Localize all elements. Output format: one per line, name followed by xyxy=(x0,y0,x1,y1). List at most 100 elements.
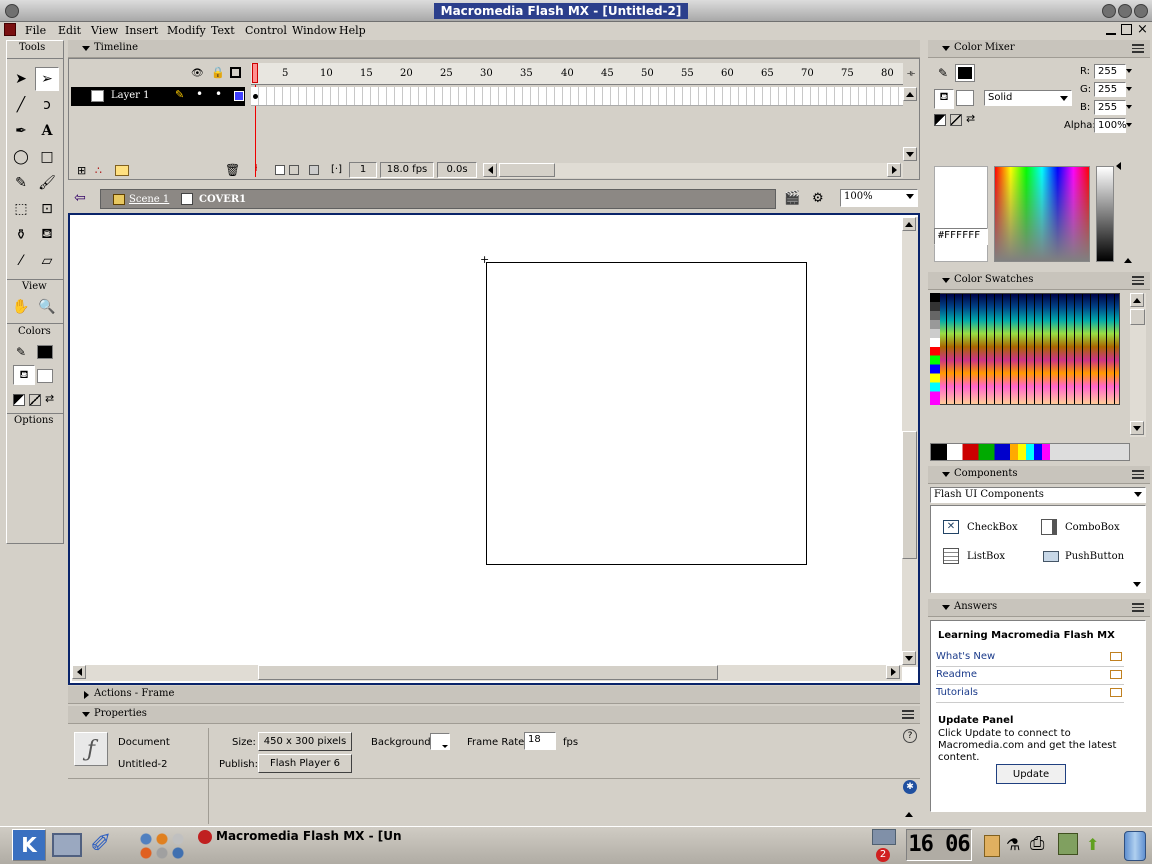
fill-color-swatch[interactable] xyxy=(37,369,53,383)
answers-link-whats-new[interactable]: What's New xyxy=(936,649,1124,667)
answers-link-readme[interactable]: Readme xyxy=(936,667,1124,685)
onion-skin-icon[interactable] xyxy=(275,165,285,175)
clock[interactable]: 16 06 xyxy=(906,829,972,861)
swatches-header[interactable]: Color Swatches xyxy=(928,272,1150,290)
quicklaunch-grid-icon[interactable] xyxy=(134,831,190,861)
tray-update-icon[interactable]: ⬆ xyxy=(1086,835,1099,854)
frames-grid[interactable] xyxy=(251,87,903,106)
stage-hscroll-thumb[interactable] xyxy=(258,665,718,680)
timeline-header[interactable]: Timeline xyxy=(68,40,920,58)
tray-printer-icon[interactable]: ⎙ xyxy=(1030,833,1044,854)
doc-close-icon[interactable]: × xyxy=(1137,22,1148,37)
component-pushbutton[interactable]: PushButton xyxy=(1065,551,1124,562)
app-icon[interactable] xyxy=(4,23,16,36)
brightness-marker-icon[interactable] xyxy=(1116,162,1121,170)
stroke-color-swatch[interactable] xyxy=(37,345,53,359)
actions-header[interactable]: Actions - Frame xyxy=(68,686,920,704)
options-menu-icon[interactable] xyxy=(1132,603,1144,612)
tray-klipper-icon[interactable] xyxy=(984,835,1000,857)
lasso-tool-icon[interactable]: ↄ xyxy=(35,93,59,117)
update-button[interactable]: Update xyxy=(996,764,1066,784)
zoom-dropdown-icon[interactable] xyxy=(906,194,914,199)
trash-icon[interactable] xyxy=(1124,831,1146,861)
stage-scroll-up[interactable] xyxy=(902,217,916,231)
options-menu-icon[interactable] xyxy=(1132,44,1144,53)
combobox-component-icon[interactable] xyxy=(1041,519,1057,535)
timeline-scroll-thumb[interactable] xyxy=(499,163,555,177)
g-dropdown-icon[interactable] xyxy=(1126,87,1132,91)
brightness-slider[interactable] xyxy=(1096,166,1114,262)
pencil-tool-icon[interactable]: ✎ xyxy=(9,171,33,195)
size-button[interactable]: 450 x 300 pixels xyxy=(258,732,352,751)
text-tool-icon[interactable]: A xyxy=(35,119,59,143)
menu-modify[interactable]: Modify xyxy=(167,24,206,37)
keyframe-dot[interactable] xyxy=(253,94,258,99)
alpha-dropdown-icon[interactable] xyxy=(1126,123,1132,127)
maximize-icon[interactable] xyxy=(1118,4,1132,18)
onion-markers-icon[interactable]: [·] xyxy=(331,164,342,175)
hand-tool-icon[interactable]: ✋ xyxy=(9,295,33,319)
mixer-nocolor-icon[interactable] xyxy=(950,114,962,126)
minimize-icon[interactable] xyxy=(1102,4,1116,18)
fill-transform-tool-icon[interactable]: ⊡ xyxy=(35,197,59,221)
options-menu-icon[interactable] xyxy=(1132,470,1144,479)
edit-scene-icon[interactable]: 🎬 xyxy=(784,191,800,206)
properties-collapse-icon[interactable] xyxy=(905,812,913,817)
hex-input[interactable]: #FFFFFF xyxy=(934,228,988,245)
desktop-icon[interactable] xyxy=(52,833,82,857)
fill-type-dropdown-icon[interactable] xyxy=(1060,96,1068,101)
component-checkbox[interactable]: CheckBox xyxy=(967,522,1018,533)
frame-rate-input[interactable]: 18 xyxy=(524,732,556,750)
edit-multiple-icon[interactable] xyxy=(309,165,319,175)
menu-view[interactable]: View xyxy=(91,24,118,37)
listbox-component-icon[interactable] xyxy=(943,548,959,564)
stage-vscroll[interactable] xyxy=(902,217,918,667)
timeline-scroll-up[interactable] xyxy=(903,87,917,101)
swatch-scroll-down[interactable] xyxy=(1130,421,1144,435)
eraser-tool-icon[interactable]: ▱ xyxy=(35,249,59,273)
doc-restore-icon[interactable] xyxy=(1121,24,1132,35)
doc-minimize-icon[interactable] xyxy=(1106,25,1116,35)
line-tool-icon[interactable]: ╱ xyxy=(9,93,33,117)
menu-window[interactable]: Window xyxy=(292,24,337,37)
window-menu-icon[interactable] xyxy=(5,4,19,18)
menu-edit[interactable]: Edit xyxy=(58,24,81,37)
pager-icon[interactable] xyxy=(872,829,896,845)
gradient-swatch-row[interactable] xyxy=(930,443,1130,461)
lock-icon[interactable]: 🔒 xyxy=(211,66,225,79)
timeline-scroll-down[interactable] xyxy=(903,147,917,161)
brush-tool-icon[interactable]: 🖌 xyxy=(35,171,59,195)
add-layer-icon[interactable]: ⊞ xyxy=(77,164,86,177)
swatch-scroll-up[interactable] xyxy=(1130,293,1144,307)
stage-scroll-right[interactable] xyxy=(886,665,900,679)
zoom-tool-icon[interactable]: 🔍 xyxy=(35,295,59,319)
add-guide-icon[interactable]: ∴ xyxy=(95,164,102,177)
free-transform-tool-icon[interactable]: ⬚ xyxy=(9,197,33,221)
stage-area[interactable]: + xyxy=(68,213,920,685)
stage-vscroll-thumb[interactable] xyxy=(902,431,917,559)
help-icon[interactable]: ? xyxy=(903,729,917,743)
pen-tool-icon[interactable]: ✒ xyxy=(9,119,33,143)
components-scroll-down[interactable] xyxy=(1133,582,1141,587)
mixer-default-icon[interactable] xyxy=(934,114,946,126)
center-frame-icon[interactable]: ⍿ xyxy=(255,163,258,174)
stage-scroll-left[interactable] xyxy=(72,665,86,679)
checkbox-component-icon[interactable]: ✕ xyxy=(943,520,959,534)
swap-colors-icon[interactable]: ⇄ xyxy=(45,392,54,405)
component-listbox[interactable]: ListBox xyxy=(967,551,1005,562)
mixer-fill-swatch[interactable] xyxy=(956,90,974,106)
mixer-stroke-swatch[interactable] xyxy=(955,64,975,82)
kde-menu-icon[interactable]: K xyxy=(12,829,46,861)
menu-text[interactable]: Text xyxy=(211,24,235,37)
timeline-scroll-right[interactable] xyxy=(887,163,901,177)
no-color-icon[interactable] xyxy=(29,394,41,406)
kate-icon[interactable]: ✐ xyxy=(90,829,112,859)
layer-outline-color[interactable] xyxy=(234,91,244,101)
r-dropdown-icon[interactable] xyxy=(1126,69,1132,73)
close-icon[interactable] xyxy=(1134,4,1148,18)
answers-header[interactable]: Answers xyxy=(928,599,1150,617)
back-arrow-icon[interactable]: ⇦ xyxy=(74,190,86,206)
swatch-left-column[interactable] xyxy=(930,293,940,405)
tray-network-icon[interactable]: ⚗ xyxy=(1006,835,1020,854)
onion-outline-icon[interactable] xyxy=(289,165,299,175)
